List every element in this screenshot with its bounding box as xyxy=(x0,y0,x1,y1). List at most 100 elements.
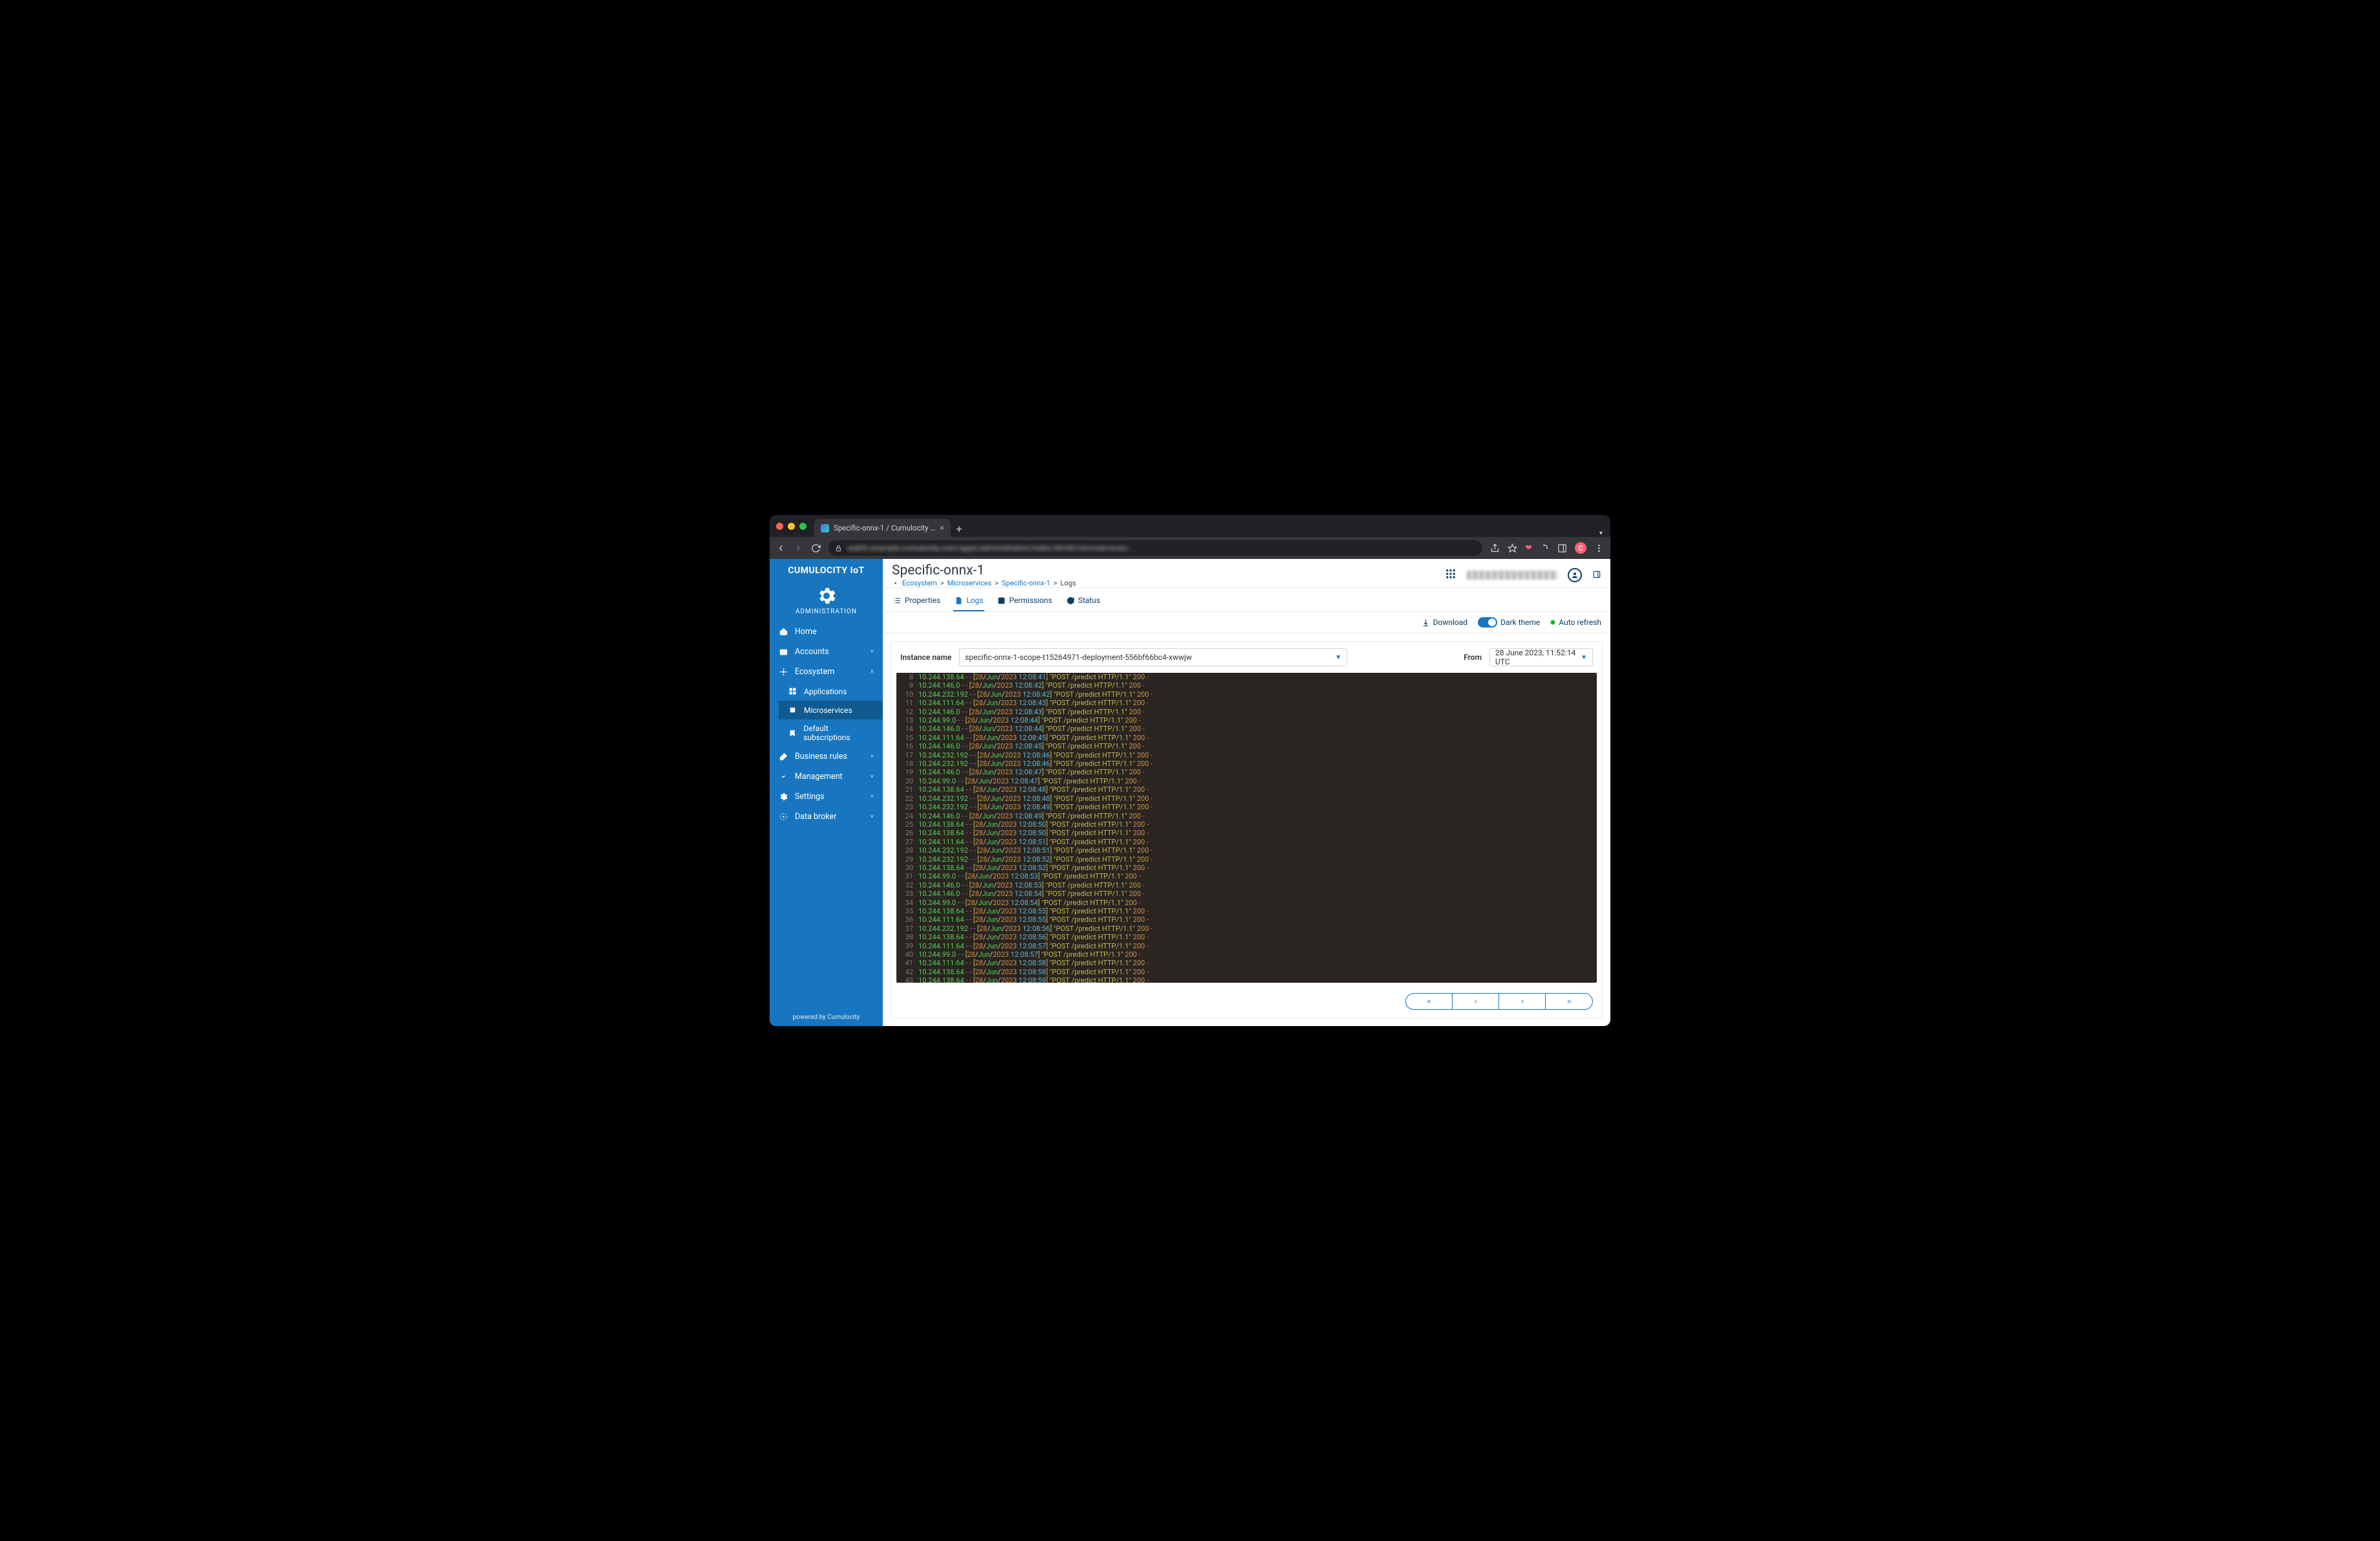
tab-permissions[interactable]: Permissions xyxy=(996,593,1053,611)
log-line: 2610.244.138.64 - - [28/Jun/2023 12:08:5… xyxy=(896,829,1597,837)
chevron-down-icon: ▼ xyxy=(1581,654,1587,661)
sidebar-item-settings[interactable]: Settings ˅ xyxy=(770,787,883,807)
profile-avatar[interactable]: C xyxy=(1575,542,1586,554)
eco-icon xyxy=(779,667,788,677)
new-tab-button[interactable]: + xyxy=(951,520,968,537)
rules-icon xyxy=(779,752,788,761)
log-line: 1410.244.146.0 - - [28/Jun/2023 12:08:44… xyxy=(896,725,1597,733)
log-toolbar: Download Dark theme Auto refresh xyxy=(883,612,1610,633)
log-line: 2810.244.232.192 - - [28/Jun/2023 12:08:… xyxy=(896,846,1597,855)
apps-grid-icon[interactable] xyxy=(1445,568,1456,582)
reload-icon[interactable] xyxy=(811,543,821,553)
extension-icon[interactable]: ❤ xyxy=(1525,543,1532,553)
breadcrumb-microservices[interactable]: Microservices xyxy=(947,579,992,587)
sidebar-item-data-broker[interactable]: Data broker ˅ xyxy=(770,807,883,827)
sidebar-item-label: Accounts xyxy=(795,647,829,657)
pager xyxy=(891,988,1602,1018)
close-tab-icon[interactable]: × xyxy=(940,523,944,533)
tab-properties[interactable]: Properties xyxy=(892,593,942,611)
switch-icon xyxy=(1478,617,1497,628)
sidebar-item-label: Default subscriptions xyxy=(803,724,874,742)
log-line: 810.244.138.64 - - [28/Jun/2023 12:08:41… xyxy=(896,673,1597,681)
tenant-label xyxy=(1467,571,1557,580)
micro-icon xyxy=(788,705,797,715)
sidebar-nav: Home Accounts ˅ Ecosystem ˄ Applications… xyxy=(770,622,883,827)
sidebar-item-label: Applications xyxy=(804,687,847,696)
log-line: 1610.244.146.0 - - [28/Jun/2023 12:08:45… xyxy=(896,742,1597,750)
log-line: 3510.244.138.64 - - [28/Jun/2023 12:08:5… xyxy=(896,907,1597,915)
pager-last[interactable] xyxy=(1546,994,1592,1009)
pager-next[interactable] xyxy=(1499,994,1546,1009)
main: Specific-onnx-1 Ecosystem>Microservices>… xyxy=(883,559,1610,1026)
forward-icon[interactable] xyxy=(794,543,803,553)
sidebar-item-label: Settings xyxy=(795,792,825,802)
star-icon[interactable] xyxy=(1508,543,1517,553)
user-avatar[interactable] xyxy=(1568,568,1582,582)
live-dot-icon xyxy=(1550,620,1555,625)
url-text: webfx.example-cumulocity.com/apps/admini… xyxy=(847,543,1134,552)
subs-icon xyxy=(788,728,797,738)
chevron-down-icon: ˅ xyxy=(871,648,874,655)
extensions-icon[interactable] xyxy=(1540,543,1550,553)
log-line: 1110.244.111.64 - - [28/Jun/2023 12:08:4… xyxy=(896,699,1597,707)
admin-label: ADMINISTRATION xyxy=(770,608,883,622)
log-line: 3010.244.138.64 - - [28/Jun/2023 12:08:5… xyxy=(896,864,1597,872)
instance-label: Instance name xyxy=(900,653,951,662)
log-line: 3710.244.232.192 - - [28/Jun/2023 12:08:… xyxy=(896,924,1597,933)
pager-prev[interactable] xyxy=(1453,994,1499,1009)
mgmt-icon xyxy=(779,772,788,781)
from-select[interactable]: 28 June 2023, 11:52:14 UTC ▼ xyxy=(1489,648,1593,666)
sidebar-item-label: Management xyxy=(795,772,843,781)
tab-label: Permissions xyxy=(1009,596,1052,605)
log-line: 3410.244.99.0 - - [28/Jun/2023 12:08:54]… xyxy=(896,899,1597,907)
sidebar: CUMULOCITY IoT ADMINISTRATION Home Accou… xyxy=(770,559,883,1026)
settings-icon xyxy=(779,792,788,802)
right-drawer-toggle[interactable] xyxy=(1592,569,1601,582)
sidebar-item-management[interactable]: Management ˅ xyxy=(770,767,883,787)
log-line: 2210.244.232.192 - - [28/Jun/2023 12:08:… xyxy=(896,794,1597,803)
sidebar-item-label: Business rules xyxy=(795,752,847,761)
log-line: 2410.244.146.0 - - [28/Jun/2023 12:08:49… xyxy=(896,812,1597,820)
log-line: 3110.244.99.0 - - [28/Jun/2023 12:08:53]… xyxy=(896,872,1597,880)
sidebar-item-label: Ecosystem xyxy=(795,667,834,677)
tab-label: Logs xyxy=(966,596,983,605)
window-max-dot[interactable] xyxy=(799,523,806,530)
download-button[interactable]: Download xyxy=(1422,618,1467,627)
sidebar-item-microservices[interactable]: Microservices xyxy=(779,701,883,719)
browser-tabstrip: Specific-onnx-1 / Cumulocity … × + ▾ xyxy=(770,515,1610,537)
dark-theme-toggle[interactable]: Dark theme xyxy=(1478,617,1540,628)
sidebar-item-default-subscriptions[interactable]: Default subscriptions xyxy=(779,719,883,747)
sidebar-item-ecosystem[interactable]: Ecosystem ˄ xyxy=(770,662,883,682)
log-line: 1310.244.99.0 - - [28/Jun/2023 12:08:44]… xyxy=(896,716,1597,725)
window-close-dot[interactable] xyxy=(776,523,783,530)
tab-status[interactable]: Status xyxy=(1065,593,1101,611)
sidebar-item-business-rules[interactable]: Business rules ˅ xyxy=(770,747,883,767)
log-line: 2110.244.138.64 - - [28/Jun/2023 12:08:4… xyxy=(896,785,1597,794)
window-min-dot[interactable] xyxy=(788,523,795,530)
breadcrumb-specific-onnx-1[interactable]: Specific-onnx-1 xyxy=(1002,579,1050,587)
back-icon[interactable] xyxy=(776,543,786,553)
log-line: 3910.244.111.64 - - [28/Jun/2023 12:08:5… xyxy=(896,942,1597,950)
pager-first[interactable] xyxy=(1406,994,1453,1009)
share-icon[interactable] xyxy=(1490,543,1500,553)
sidebar-item-applications[interactable]: Applications xyxy=(779,682,883,701)
log-viewer[interactable]: 810.244.138.64 - - [28/Jun/2023 12:08:41… xyxy=(896,673,1597,983)
browser-tab[interactable]: Specific-onnx-1 / Cumulocity … × xyxy=(814,519,951,537)
from-value: 28 June 2023, 11:52:14 UTC xyxy=(1495,648,1581,666)
tab-label: Status xyxy=(1078,596,1100,605)
sidebar-item-home[interactable]: Home xyxy=(770,622,883,642)
log-line: 4010.244.99.0 - - [28/Jun/2023 12:08:57]… xyxy=(896,950,1597,959)
tabs-overflow-button[interactable]: ▾ xyxy=(1592,530,1610,537)
sidebar-item-accounts[interactable]: Accounts ˅ xyxy=(770,642,883,662)
auto-refresh-toggle[interactable]: Auto refresh xyxy=(1550,618,1601,627)
instance-select[interactable]: specific-onnx-1-scope-t15264971-deployme… xyxy=(959,648,1347,666)
breadcrumb-ecosystem[interactable]: Ecosystem xyxy=(902,579,937,587)
download-label: Download xyxy=(1433,618,1467,627)
log-line: 1710.244.232.192 - - [28/Jun/2023 12:08:… xyxy=(896,751,1597,760)
auto-refresh-label: Auto refresh xyxy=(1559,618,1601,627)
log-line: 2710.244.111.64 - - [28/Jun/2023 12:08:5… xyxy=(896,838,1597,846)
url-field[interactable]: webfx.example-cumulocity.com/apps/admini… xyxy=(828,540,1482,556)
tab-logs[interactable]: Logs xyxy=(953,593,984,611)
panel-icon[interactable] xyxy=(1557,543,1567,553)
kebab-icon[interactable] xyxy=(1594,543,1604,553)
